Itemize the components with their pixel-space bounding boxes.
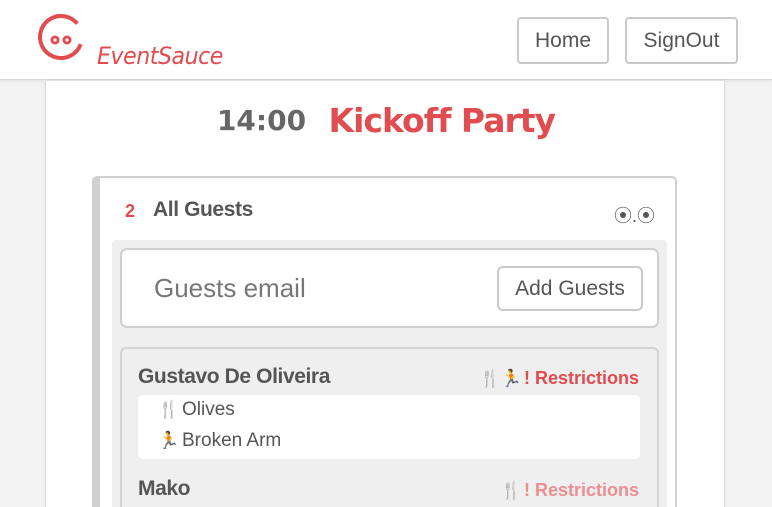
add-guests-form: Add Guests: [120, 248, 659, 328]
guest-count-badge: 2: [125, 201, 136, 221]
guest-name: Mako: [138, 477, 191, 500]
app-header: EventSauce Home SignOut: [0, 0, 772, 80]
eyes-toggle-icon[interactable]: ⦿.⦿: [614, 202, 655, 228]
restrictions-button[interactable]: 🍴! Restrictions: [501, 480, 639, 501]
restriction-detail-text: Broken Arm: [182, 430, 282, 451]
guests-panel-header: 2 All Guests ⦿.⦿: [100, 178, 675, 238]
restriction-icons: 🍴: [500, 481, 522, 500]
guests-panel: 2 All Guests ⦿.⦿ Add Guests Gustavo De O…: [92, 176, 677, 507]
eventsauce-logo-icon[interactable]: [36, 12, 86, 62]
restriction-details: 🍴 Olives 🏃 Broken Arm: [138, 395, 640, 459]
signout-button[interactable]: SignOut: [625, 17, 738, 64]
restriction-detail-item: 🍴 Olives: [158, 399, 235, 421]
fork-knife-icon: 🍴: [158, 400, 180, 419]
restrictions-label: ! Restrictions: [523, 480, 639, 500]
restrictions-label: ! Restrictions: [523, 368, 639, 388]
guest-list: Gustavo De Oliveira 🍴🏃! Restrictions 🍴 Ol…: [120, 347, 659, 507]
restrictions-button[interactable]: 🍴🏃! Restrictions: [480, 368, 639, 389]
home-button[interactable]: Home: [517, 17, 609, 64]
event-heading: 14:00 Kickoff Party: [46, 101, 726, 140]
restriction-detail-text: Olives: [182, 399, 235, 420]
running-person-icon: 🏃: [158, 431, 180, 450]
guests-panel-title: All Guests: [153, 198, 253, 221]
guest-item: Mako 🍴! Restrictions: [122, 477, 657, 507]
guests-email-input[interactable]: [140, 266, 480, 310]
event-time: 14:00: [216, 104, 307, 137]
restriction-detail-item: 🏃 Broken Arm: [158, 430, 281, 452]
guest-name: Gustavo De Oliveira: [138, 365, 330, 388]
restriction-icons: 🍴🏃: [479, 369, 522, 388]
event-name: Kickoff Party: [328, 101, 557, 140]
guest-item: Gustavo De Oliveira 🍴🏃! Restrictions 🍴 Ol…: [122, 365, 657, 465]
guests-panel-body: Add Guests Gustavo De Oliveira 🍴🏃! Restr…: [112, 240, 667, 507]
add-guests-button[interactable]: Add Guests: [497, 266, 643, 311]
brand-name[interactable]: EventSauce: [97, 42, 223, 70]
